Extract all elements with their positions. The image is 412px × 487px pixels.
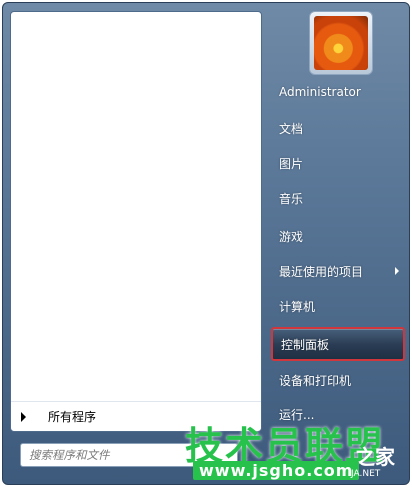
- watermark-url: www.jsgho.com: [193, 461, 360, 480]
- devices-printers-item[interactable]: 设备和打印机: [271, 365, 405, 395]
- games-label: 游戏: [279, 229, 304, 244]
- control-panel-label: 控制面板: [281, 337, 330, 352]
- user-name-label: Administrator: [279, 85, 361, 99]
- submenu-arrow-icon: [395, 267, 399, 275]
- pictures-label: 图片: [279, 156, 304, 171]
- programs-pane: 所有程序: [10, 11, 262, 432]
- watermark-net: JA.NET: [351, 469, 381, 479]
- control-panel-item[interactable]: 控制面板: [271, 327, 405, 361]
- start-menu: 所有程序 Administrator 文档 图片 音乐 游戏 最近使用的项目: [2, 2, 410, 485]
- all-programs-label: 所有程序: [48, 410, 97, 424]
- documents-label: 文档: [279, 121, 304, 136]
- music-item[interactable]: 音乐: [271, 183, 405, 213]
- pictures-item[interactable]: 图片: [271, 148, 405, 178]
- triangle-right-icon: [21, 411, 26, 422]
- documents-item[interactable]: 文档: [271, 113, 405, 143]
- watermark-tail: 之家: [355, 445, 395, 469]
- devices-printers-label: 设备和打印机: [279, 373, 352, 388]
- music-label: 音乐: [279, 191, 304, 206]
- computer-label: 计算机: [279, 299, 316, 314]
- user-picture: [314, 16, 368, 70]
- computer-item[interactable]: 计算机: [271, 291, 405, 321]
- recent-items-label: 最近使用的项目: [279, 264, 364, 279]
- recent-items-item[interactable]: 最近使用的项目: [271, 256, 405, 286]
- user-name-item[interactable]: Administrator: [271, 77, 405, 107]
- user-picture-frame[interactable]: [309, 11, 373, 75]
- games-item[interactable]: 游戏: [271, 221, 405, 251]
